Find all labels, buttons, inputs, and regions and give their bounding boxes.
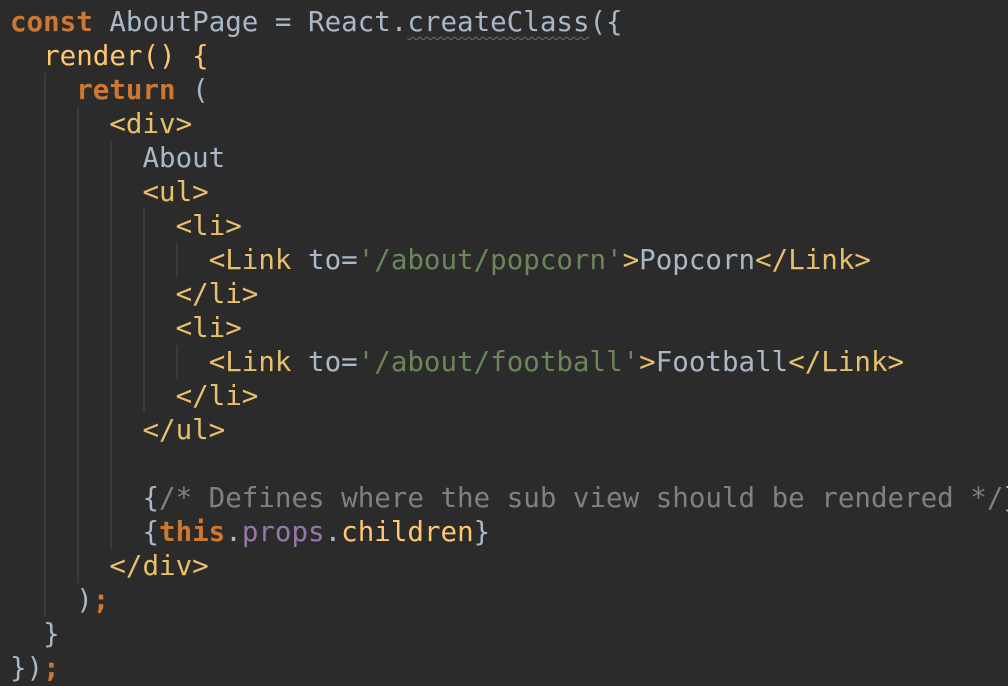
code-line[interactable]: const AboutPage = React.createClass({ (10, 5, 623, 39)
code-token: { (10, 482, 160, 514)
code-token: </li> (175, 278, 259, 310)
code-token: ({ (589, 6, 623, 38)
code-line[interactable]: <div> (10, 107, 192, 141)
code-token: { (10, 516, 160, 548)
code-token: const (10, 6, 93, 38)
code-editor[interactable]: const AboutPage = React.createClass({ re… (0, 0, 1008, 686)
code-line[interactable]: <li> (10, 209, 242, 243)
code-line[interactable]: {/* Defines where the sub view should be… (10, 481, 1008, 515)
code-token: > (639, 346, 656, 378)
code-token: . (324, 516, 342, 548)
code-token: return (76, 74, 176, 106)
code-token: '/about/popcorn' (357, 244, 623, 276)
code-token: Popcorn (639, 244, 756, 276)
code-token: ) (10, 584, 93, 616)
code-token: createClass (407, 6, 590, 38)
code-token: props (241, 516, 325, 548)
code-line[interactable]: }); (10, 651, 60, 685)
code-token: ( (175, 74, 209, 106)
code-token: > (622, 244, 640, 276)
code-token: this (159, 516, 226, 548)
code-line[interactable]: </li> (10, 379, 259, 413)
code-token: AboutPage = React. (92, 6, 408, 38)
code-token: <ul> (142, 176, 209, 208)
code-token: ; (43, 652, 60, 684)
code-token: About (10, 142, 226, 174)
code-line[interactable]: render() { (10, 39, 209, 73)
code-line[interactable]: </li> (10, 277, 259, 311)
code-line[interactable]: </ul> (10, 413, 225, 447)
code-line[interactable]: {this.props.children} (10, 515, 490, 549)
code-token: </Link> (755, 244, 871, 276)
code-token: </ul> (142, 414, 226, 446)
code-line[interactable]: ); (10, 583, 109, 617)
code-token: } (1003, 482, 1008, 514)
code-token: <Link (208, 346, 309, 378)
code-token: <Link (208, 244, 309, 276)
code-token: ; (92, 584, 110, 616)
code-token: } (473, 516, 491, 548)
code-token: </Link> (788, 346, 905, 378)
code-token: children (341, 516, 474, 548)
code-line[interactable]: </div> (10, 549, 209, 583)
code-token: </li> (175, 380, 259, 412)
code-token: to= (308, 346, 358, 378)
code-token: . (225, 516, 242, 548)
code-token: '/about/football' (357, 346, 640, 378)
code-line[interactable]: <Link to='/about/popcorn'>Popcorn</Link> (10, 243, 871, 277)
code-token: <div> (109, 108, 193, 140)
code-line[interactable]: <Link to='/about/football'>Football</Lin… (10, 345, 904, 379)
code-token: render() { (10, 40, 209, 72)
code-token: <li> (175, 312, 242, 344)
code-token: } (10, 618, 60, 650)
code-token: }) (10, 652, 44, 684)
code-token: Football (655, 346, 789, 378)
code-line[interactable]: } (10, 617, 60, 651)
code-token: <li> (175, 210, 242, 242)
code-token: /* Defines where the sub view should be … (159, 482, 1004, 514)
code-line[interactable]: <li> (10, 311, 242, 345)
code-token: </div> (109, 550, 209, 582)
code-line[interactable]: <ul> (10, 175, 209, 209)
code-line[interactable]: About (10, 141, 225, 175)
code-token: to= (308, 244, 358, 276)
code-line[interactable]: return ( (10, 73, 209, 107)
